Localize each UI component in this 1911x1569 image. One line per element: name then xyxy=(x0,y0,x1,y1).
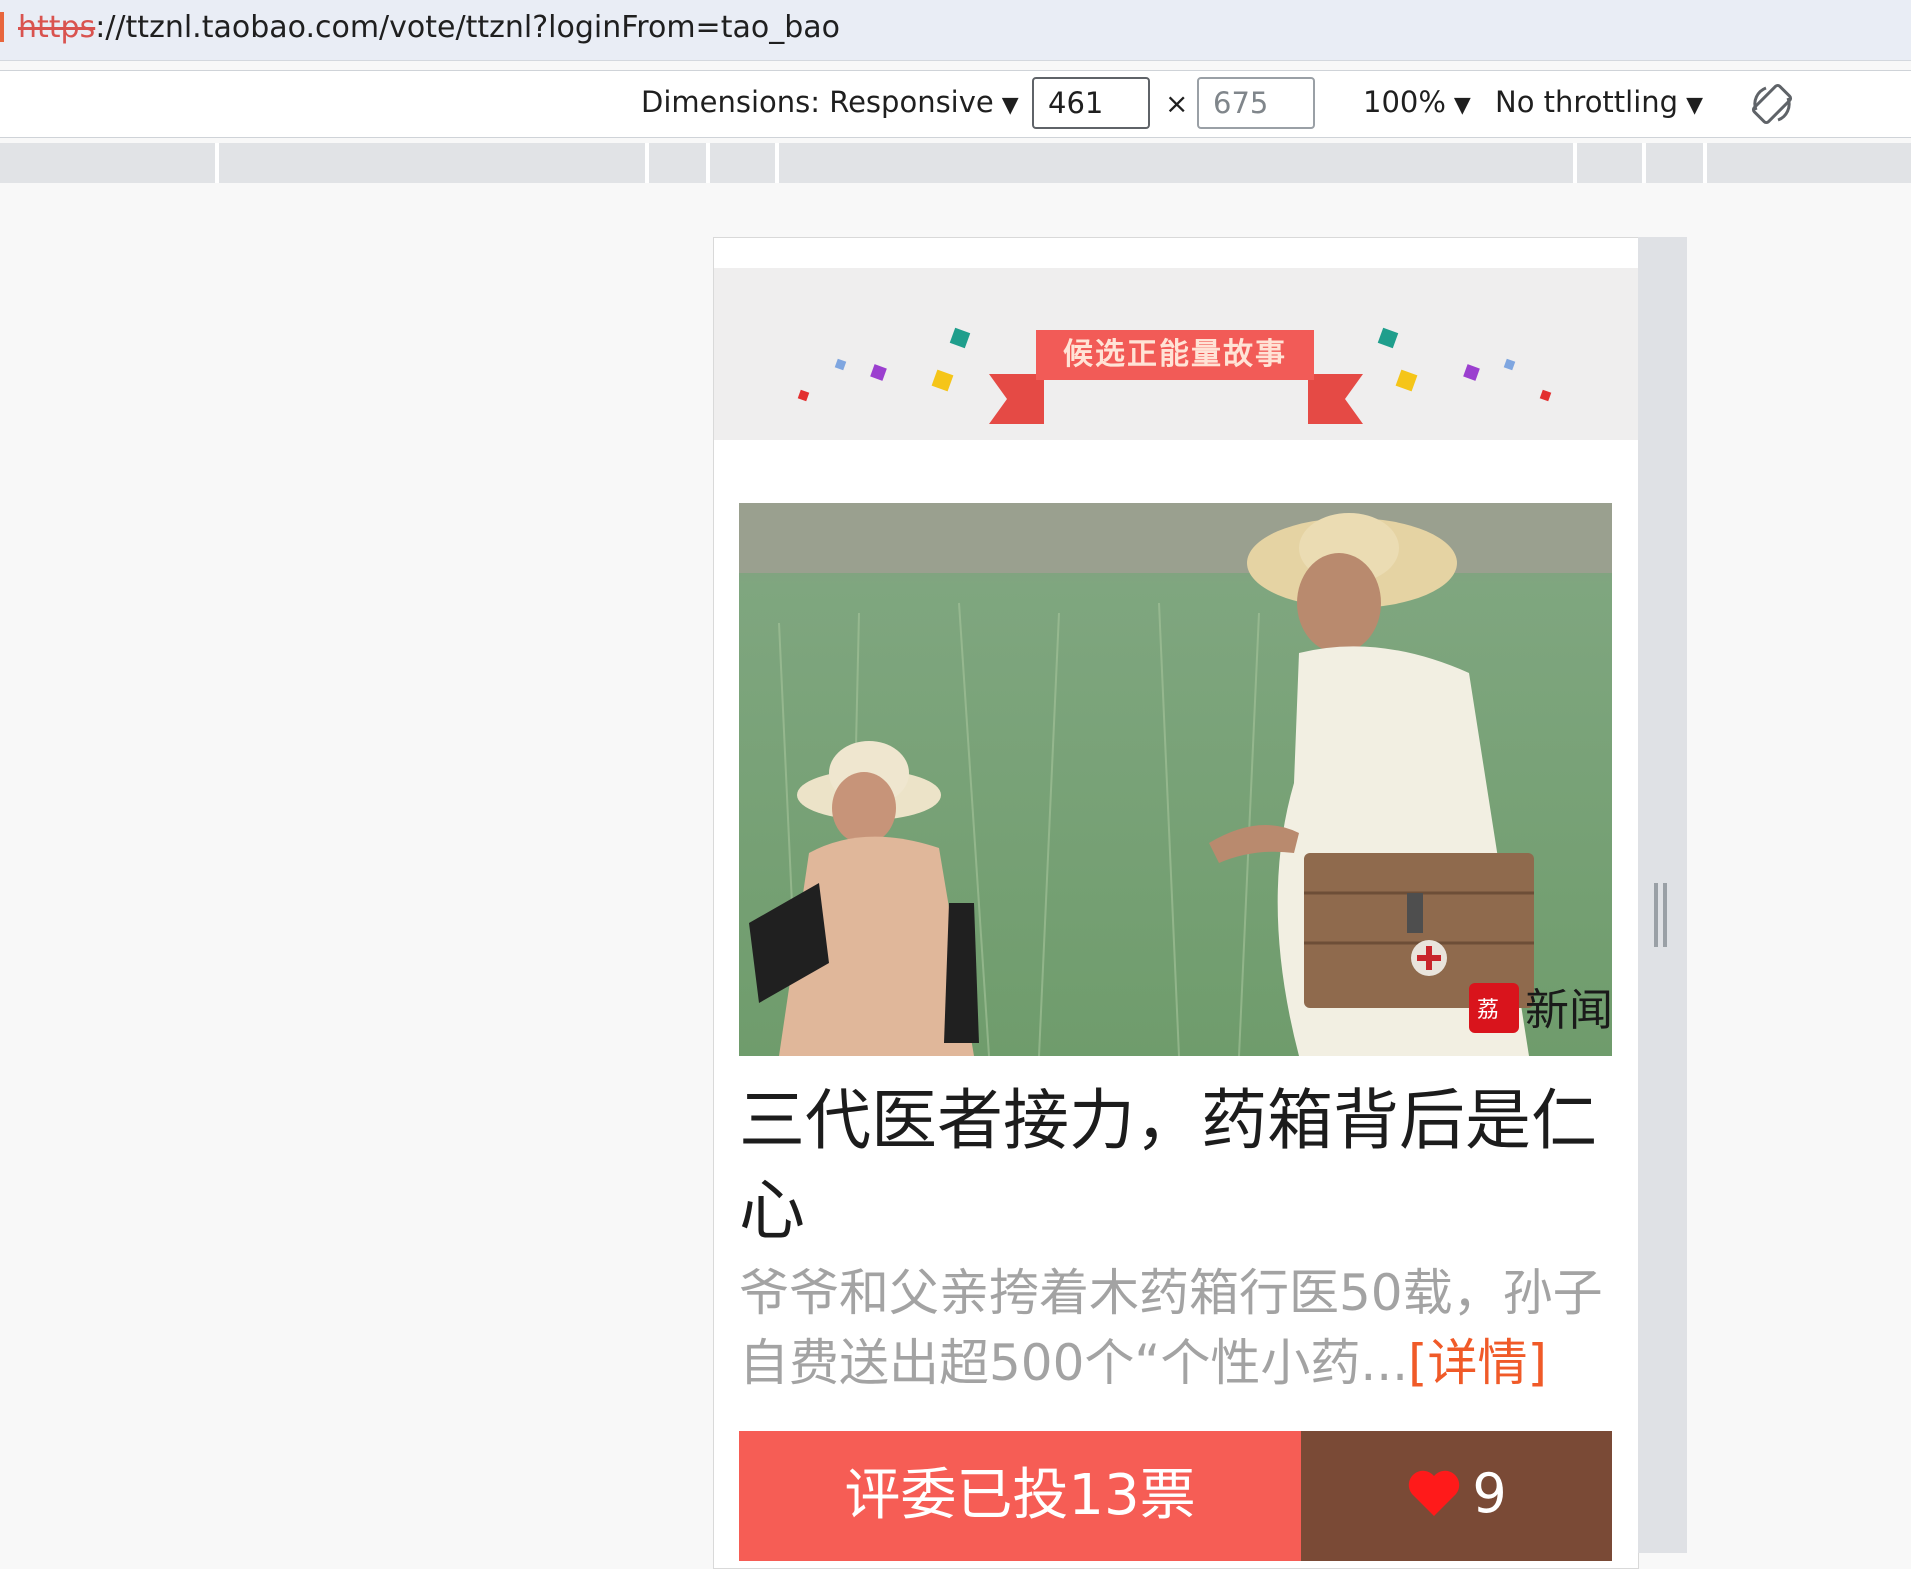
confetti-icon xyxy=(931,369,954,392)
media-query-marker xyxy=(1703,143,1707,183)
zoom-label: 100% xyxy=(1363,85,1446,119)
ribbon-right-tail xyxy=(1308,374,1363,424)
width-input[interactable]: 461 xyxy=(1032,77,1150,129)
confetti-icon xyxy=(949,327,971,349)
dimensions-label: Dimensions: Responsive xyxy=(641,85,994,119)
media-query-marker xyxy=(215,143,219,183)
media-query-marker xyxy=(645,143,649,183)
story-description: 爷爷和父亲挎着木药箱行医50载，孙子自费送出超500个“个性小药...[详情] xyxy=(739,1258,1619,1398)
banner: 候选正能量故事 xyxy=(714,268,1638,440)
media-query-marker xyxy=(1642,143,1646,183)
media-query-marker xyxy=(1573,143,1577,183)
security-warning-icon xyxy=(0,12,4,42)
throttling-dropdown[interactable]: No throttling ▼ xyxy=(1495,85,1703,119)
height-input[interactable]: 675 xyxy=(1197,77,1315,129)
ribbon-left-tail xyxy=(989,374,1044,424)
url-text[interactable]: https://ttznl.taobao.com/vote/ttznl?logi… xyxy=(18,0,840,56)
vote-button[interactable]: 评委已投13票 xyxy=(739,1431,1301,1561)
like-count: 9 xyxy=(1472,1462,1507,1525)
like-button[interactable]: 9 xyxy=(1301,1431,1612,1561)
confetti-icon xyxy=(834,358,847,371)
heart-icon xyxy=(1409,1471,1460,1517)
page-top-strip xyxy=(714,238,1638,268)
confetti-icon xyxy=(1463,364,1480,381)
photo-watermark: 新闻 xyxy=(1525,985,1612,1036)
times-sign: × xyxy=(1165,87,1189,120)
url-path: ://ttznl.taobao.com/vote/ttznl?loginFrom… xyxy=(95,10,840,45)
resize-handle[interactable] xyxy=(1654,883,1668,947)
media-query-marker xyxy=(706,143,710,183)
chevron-down-icon: ▼ xyxy=(1001,93,1019,118)
banner-title: 候选正能量故事 xyxy=(1036,330,1314,380)
story-title[interactable]: 三代医者接力，药箱背后是仁心 xyxy=(739,1076,1619,1256)
dimensions-dropdown[interactable]: Dimensions: Responsive ▼ xyxy=(641,85,1019,119)
throttling-label: No throttling xyxy=(1495,85,1679,119)
address-bar[interactable]: https://ttznl.taobao.com/vote/ttznl?logi… xyxy=(0,0,1911,61)
confetti-icon xyxy=(1395,369,1418,392)
chevron-down-icon: ▼ xyxy=(1686,93,1703,118)
device-toolbar: Dimensions: Responsive ▼ 461 × 675 100% ▼ … xyxy=(0,70,1911,138)
watermark-logo: 荔 xyxy=(1477,998,1499,1023)
confetti-icon xyxy=(1539,389,1552,402)
chevron-down-icon: ▼ xyxy=(1453,93,1471,118)
story-photo[interactable]: 荔 新闻 xyxy=(739,503,1612,1056)
device-viewport: 候选正能量故事 荔 新闻 三代医者接力，药箱背后是仁心 爷爷和父亲挎着木药箱行医… xyxy=(713,237,1639,1569)
confetti-icon xyxy=(797,389,810,402)
details-link[interactable]: [详情] xyxy=(1408,1334,1547,1392)
media-query-marker xyxy=(775,143,779,183)
confetti-icon xyxy=(1377,327,1399,349)
url-protocol: https xyxy=(18,10,96,45)
zoom-dropdown[interactable]: 100% ▼ xyxy=(1363,85,1471,119)
confetti-icon xyxy=(1503,358,1516,371)
media-query-bar[interactable] xyxy=(0,143,1911,183)
rotate-icon[interactable] xyxy=(1748,80,1796,128)
confetti-icon xyxy=(870,364,887,381)
